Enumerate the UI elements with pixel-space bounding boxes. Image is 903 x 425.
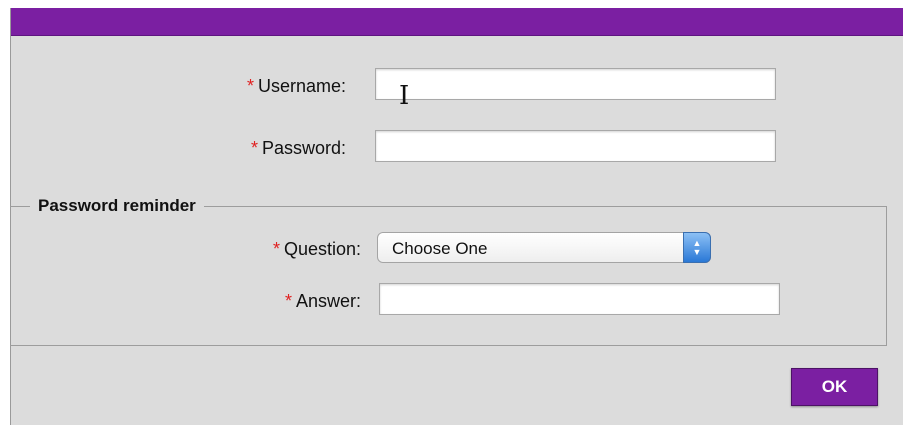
answer-input[interactable] — [379, 283, 780, 315]
question-select[interactable]: Choose One ▲ ▼ — [377, 232, 711, 263]
required-marker: * — [284, 291, 292, 311]
username-input[interactable] — [375, 68, 776, 100]
question-label-text: Question: — [283, 239, 361, 259]
text-cursor-icon: I — [399, 81, 410, 111]
ok-button[interactable]: OK — [791, 368, 878, 406]
question-select-value: Choose One — [392, 239, 488, 258]
title-bar — [11, 8, 903, 36]
select-arrows-icon: ▲ ▼ — [683, 232, 711, 263]
password-label: * Password: — [251, 138, 346, 159]
password-input[interactable] — [375, 130, 776, 162]
required-marker: * — [246, 76, 254, 96]
password-reminder-legend: Password reminder — [38, 196, 196, 215]
question-label: * Question: — [273, 239, 361, 260]
password-label-text: Password: — [261, 138, 346, 158]
login-dialog: * Username: * Password: Password reminder … — [10, 8, 903, 425]
username-label: * Username: — [247, 76, 346, 97]
answer-label: * Answer: — [285, 291, 361, 312]
required-marker: * — [250, 138, 258, 158]
password-reminder-group: Password reminder — [10, 196, 887, 346]
answer-label-text: Answer: — [295, 291, 361, 311]
required-marker: * — [272, 239, 280, 259]
username-label-text: Username: — [257, 76, 346, 96]
